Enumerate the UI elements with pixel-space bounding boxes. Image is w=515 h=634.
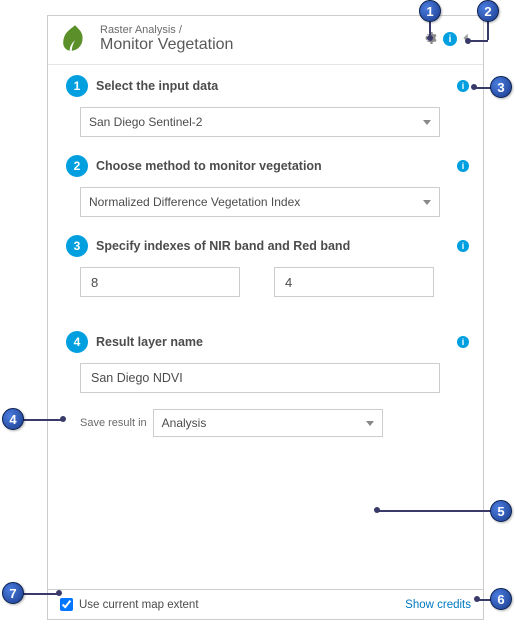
callout-line — [22, 419, 62, 421]
dropdown-value: Normalized Difference Vegetation Index — [89, 195, 300, 209]
callout-line — [22, 593, 58, 595]
callout-6: 6 — [490, 588, 512, 610]
callout-3: 3 — [490, 76, 512, 98]
dropdown-value: Analysis — [162, 416, 207, 430]
step-label-3: Specify indexes of NIR band and Red band — [96, 239, 465, 253]
callout-line — [487, 20, 489, 40]
section-input-data: 1 Select the input data i San Diego Sent… — [66, 75, 465, 137]
chevron-down-icon — [423, 200, 431, 205]
callout-dot — [60, 416, 66, 422]
callout-2: 2 — [477, 0, 499, 22]
step-label-2: Choose method to monitor vegetation — [96, 159, 465, 173]
save-result-dropdown[interactable]: Analysis — [153, 409, 383, 437]
callout-line — [429, 20, 431, 36]
step-label-4: Result layer name — [96, 335, 465, 349]
callout-line — [378, 510, 492, 512]
panel-footer: Use current map extent Show credits — [48, 589, 483, 619]
dropdown-value: San Diego Sentinel-2 — [89, 115, 202, 129]
callout-line — [470, 40, 488, 42]
page-title: Monitor Vegetation — [100, 36, 425, 54]
step-label-1: Select the input data — [96, 79, 465, 93]
save-result-label: Save result in — [80, 417, 147, 429]
info-icon[interactable]: i — [457, 80, 469, 92]
show-credits-link[interactable]: Show credits — [405, 599, 471, 611]
use-extent-checkbox[interactable] — [60, 598, 73, 611]
panel-header: Raster Analysis / Monitor Vegetation i — [48, 16, 483, 65]
callout-dot — [427, 35, 433, 41]
step-badge-3: 3 — [66, 235, 88, 257]
info-icon[interactable]: i — [457, 336, 469, 348]
nir-band-input[interactable] — [80, 267, 240, 297]
callout-dot — [56, 590, 62, 596]
result-layer-name-input[interactable] — [80, 363, 440, 393]
use-extent-label: Use current map extent — [79, 599, 199, 611]
chevron-down-icon — [423, 120, 431, 125]
chevron-down-icon — [366, 421, 374, 426]
callout-7: 7 — [2, 582, 24, 604]
section-result-name: 4 Result layer name i Save result in Ana… — [66, 331, 465, 437]
callout-1: 1 — [419, 0, 441, 22]
callout-dot — [471, 84, 477, 90]
step-badge-4: 4 — [66, 331, 88, 353]
section-method: 2 Choose method to monitor vegetation i … — [66, 155, 465, 217]
step-badge-2: 2 — [66, 155, 88, 177]
callout-5: 5 — [490, 500, 512, 522]
info-icon[interactable]: i — [443, 32, 457, 46]
callout-dot — [374, 507, 380, 513]
info-icon[interactable]: i — [457, 160, 469, 172]
input-data-dropdown[interactable]: San Diego Sentinel-2 — [80, 107, 440, 137]
callout-4: 4 — [2, 408, 24, 430]
callout-dot — [474, 596, 480, 602]
method-dropdown[interactable]: Normalized Difference Vegetation Index — [80, 187, 440, 217]
red-band-input[interactable] — [274, 267, 434, 297]
breadcrumb[interactable]: Raster Analysis / — [100, 24, 425, 36]
section-band-indexes: 3 Specify indexes of NIR band and Red ba… — [66, 235, 465, 297]
info-icon[interactable]: i — [457, 240, 469, 252]
use-extent-option[interactable]: Use current map extent — [60, 598, 199, 611]
step-badge-1: 1 — [66, 75, 88, 97]
analysis-panel: Raster Analysis / Monitor Vegetation i 1… — [47, 15, 484, 620]
leaf-icon — [58, 22, 92, 56]
callout-dot — [465, 38, 471, 44]
